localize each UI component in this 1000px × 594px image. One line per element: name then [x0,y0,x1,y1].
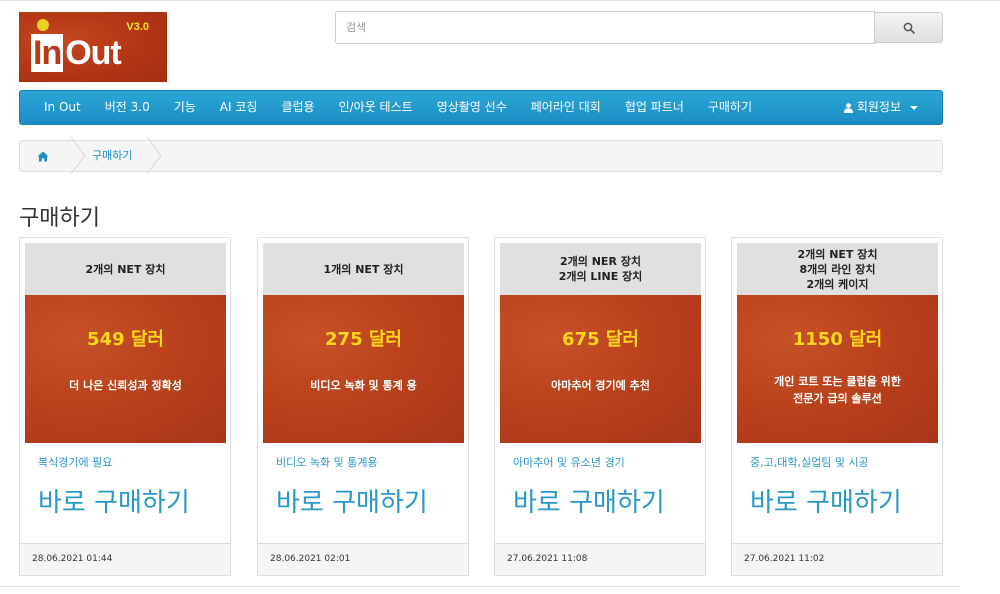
nav-item-inout-test[interactable]: 인/아웃 테스트 [327,91,425,124]
nav-item-version[interactable]: 버전 3.0 [93,91,162,124]
card-head-line: 2개의 LINE 장치 [558,270,643,283]
search-button[interactable] [875,12,943,43]
card-subtitle-link[interactable]: 비디오 녹화 및 통계용 [276,454,378,470]
logo-version: V3.0 [126,21,149,33]
card-desc-line: 비디오 녹화 및 통계 용 [310,379,417,392]
logo-brand-in: In [31,34,64,72]
card-subtitle-link[interactable]: 중,고,대학,실업팀 및 시공 [750,454,869,470]
search-input[interactable] [335,11,875,44]
ball-icon [37,19,49,31]
product-card[interactable]: 2개의 NET 장치 549 달러 더 나은 신뢰성과 정확성 복식경기에 필요… [19,237,231,576]
card-head: 2개의 NET 장치 [25,243,226,295]
card-head: 1개의 NET 장치 [263,243,464,295]
nav-item-partners[interactable]: 협업 파트너 [613,91,696,124]
card-desc-line: 아마추어 경기에 추천 [551,379,650,392]
main-navbar: In Out 버전 3.0 기능 AI 코칭 클럽용 인/아웃 테스트 영상촬영… [19,90,943,125]
card-desc: 비디오 녹화 및 통계 용 [310,377,416,394]
buy-now-link[interactable]: 바로 구매하기 [513,482,665,519]
bottom-divider [0,586,960,587]
card-head: 2개의 NET 장치 8개의 라인 장치 2개의 케이지 [737,243,938,295]
product-card[interactable]: 2개의 NER 장치 2개의 LINE 장치 675 달러 아마추어 경기에 추… [494,237,706,576]
card-price: 1150 달러 [792,329,883,350]
card-price: 675 달러 [562,329,639,350]
card-head-line: 2개의 NER 장치 [560,255,641,268]
product-card[interactable]: 2개의 NET 장치 8개의 라인 장치 2개의 케이지 1150 달러 개인 … [731,237,943,576]
card-subtitle-link[interactable]: 복식경기에 필요 [38,454,112,470]
top-divider [0,0,1000,4]
card-head-line: 2개의 NET 장치 [797,247,878,261]
breadcrumb: 구매하기 [19,140,943,172]
card-head-line: 8개의 라인 장치 [799,262,876,276]
card-banner: 549 달러 더 나은 신뢰성과 정확성 [25,295,226,443]
card-desc-line: 전문가 급의 솔루션 [793,392,882,405]
card-desc-line: 개인 코트 또는 클럽을 위한 [774,375,901,388]
nav-item-purchase[interactable]: 구매하기 [696,91,764,124]
card-date: 28.06.2021 02:01 [258,543,468,575]
card-banner: 1150 달러 개인 코트 또는 클럽을 위한 전문가 급의 솔루션 [737,295,938,443]
card-desc: 더 나은 신뢰성과 정확성 [69,377,182,394]
chevron-down-icon [910,105,918,110]
search-bar [335,11,943,44]
account-label: 회원정보 [856,100,901,114]
nav-item-inout[interactable]: In Out [20,91,93,124]
product-card-image[interactable]: 2개의 NET 장치 549 달러 더 나은 신뢰성과 정확성 [25,243,226,443]
card-head-line: 2개의 케이지 [806,277,869,291]
nav-item-fairline-tournament[interactable]: 페어라인 대회 [519,91,613,124]
user-icon [843,102,853,113]
card-banner: 675 달러 아마추어 경기에 추천 [500,295,701,443]
product-card[interactable]: 1개의 NET 장치 275 달러 비디오 녹화 및 통계 용 비디오 녹화 및… [257,237,469,576]
card-date: 27.06.2021 11:08 [495,543,705,575]
breadcrumb-separator [142,141,154,171]
nav-item-club[interactable]: 클럽용 [269,91,326,124]
buy-now-link[interactable]: 바로 구매하기 [276,482,428,519]
card-date: 27.06.2021 11:02 [732,543,942,575]
product-cards: 2개의 NET 장치 549 달러 더 나은 신뢰성과 정확성 복식경기에 필요… [19,237,943,576]
card-head-line: 1개의 NET 장치 [323,262,404,276]
product-card-image[interactable]: 2개의 NET 장치 8개의 라인 장치 2개의 케이지 1150 달러 개인 … [737,243,938,443]
card-banner: 275 달러 비디오 녹화 및 통계 용 [263,295,464,443]
page-title: 구매하기 [19,206,100,231]
breadcrumb-separator [66,141,78,171]
buy-now-link[interactable]: 바로 구매하기 [38,482,190,519]
card-desc: 아마추어 경기에 추천 [551,377,650,394]
search-icon [903,22,915,34]
card-price: 275 달러 [325,329,402,350]
nav-item-ai-coaching[interactable]: AI 코칭 [208,91,270,124]
nav-item-features[interactable]: 기능 [162,91,208,124]
nav-item-video-players[interactable]: 영상촬영 선수 [425,91,519,124]
breadcrumb-current[interactable]: 구매하기 [78,141,142,171]
home-icon [37,151,49,161]
card-desc-line: 더 나은 신뢰성과 정확성 [69,379,182,392]
logo[interactable]: V3.0 In Out [19,12,167,82]
buy-now-link[interactable]: 바로 구매하기 [750,482,902,519]
logo-brand-out: Out [65,34,122,72]
product-card-image[interactable]: 1개의 NET 장치 275 달러 비디오 녹화 및 통계 용 [263,243,464,443]
product-card-image[interactable]: 2개의 NER 장치 2개의 LINE 장치 675 달러 아마추어 경기에 추… [500,243,701,443]
account-menu[interactable]: 회원정보 [843,91,942,124]
card-subtitle-link[interactable]: 아마추어 및 유소년 경기 [513,454,625,470]
card-head-line: 2개의 NET 장치 [85,262,166,276]
card-desc: 개인 코트 또는 클럽을 위한 전문가 급의 솔루션 [774,373,901,407]
card-price: 549 달러 [87,329,164,350]
logo-brand: In Out [31,34,122,73]
card-date: 28.06.2021 01:44 [20,543,230,575]
card-head: 2개의 NER 장치 2개의 LINE 장치 [500,243,701,295]
